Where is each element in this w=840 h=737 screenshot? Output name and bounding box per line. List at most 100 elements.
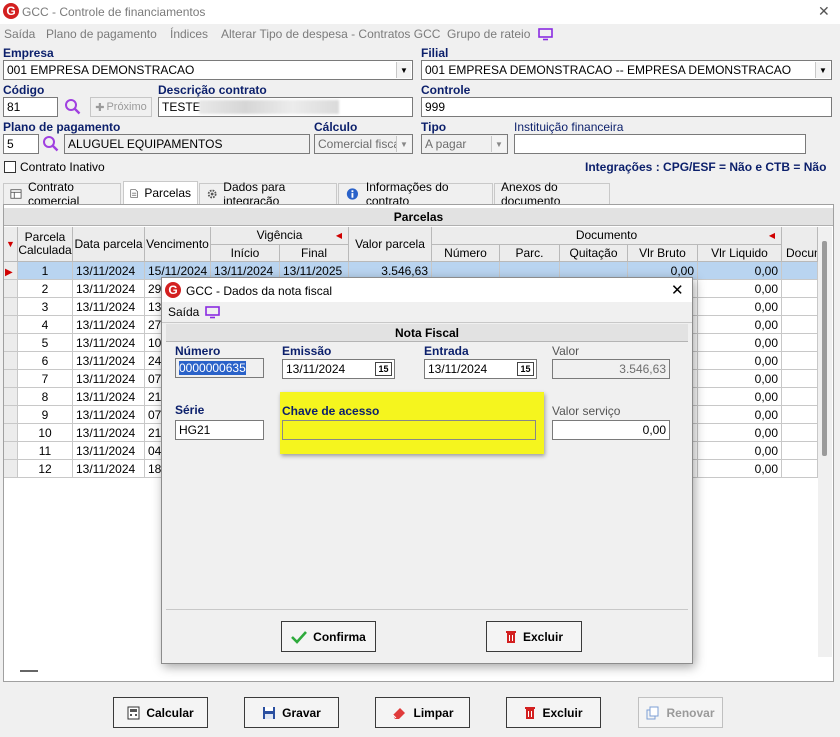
instituicao-field[interactable] [514, 134, 806, 154]
col-valor-parcela[interactable]: Valor parcela [349, 227, 432, 262]
empresa-select[interactable]: 001 EMPRESA DEMONSTRACAO ▼ [3, 60, 413, 80]
chave-acesso-field[interactable] [282, 420, 536, 440]
nota-fiscal-section-title: Nota Fiscal [166, 324, 688, 342]
monitor-icon[interactable] [538, 27, 553, 41]
sort-indicator-icon[interactable]: ▼ [4, 227, 18, 262]
monitor-icon[interactable] [205, 305, 220, 319]
table-cell-liquido: 0,00 [698, 442, 782, 460]
descricao-field[interactable]: TESTE [158, 97, 413, 117]
proximo-label: Próximo [106, 101, 147, 113]
dialog-divider [162, 322, 692, 323]
numero-field[interactable]: 0000000635 [175, 358, 264, 378]
table-cell-parcela: 11 [18, 442, 73, 460]
table-cell-data: 13/11/2024 [73, 370, 145, 388]
proximo-button[interactable]: ✚ Próximo [90, 97, 152, 117]
valor-servico-field[interactable]: 0,00 [552, 420, 670, 440]
close-icon[interactable]: ✕ [671, 281, 684, 299]
menu-saida[interactable]: Saída [4, 27, 35, 41]
serie-field[interactable]: HG21 [175, 420, 264, 440]
entrada-field[interactable]: 13/11/2024 15 [424, 359, 537, 379]
table-cell-docum [782, 352, 818, 370]
col-vlr-bruto[interactable]: Vlr Bruto [628, 245, 698, 262]
valor-servico-label: Valor serviço [552, 404, 621, 418]
tab-anexos-documento[interactable]: Anexos do documento [494, 180, 610, 208]
chevron-down-icon[interactable]: ▼ [491, 136, 506, 152]
row-indicator[interactable] [4, 334, 18, 352]
row-indicator[interactable] [4, 370, 18, 388]
controle-field[interactable]: 999 [421, 97, 832, 117]
chevron-down-icon[interactable]: ▼ [396, 136, 411, 152]
row-indicator[interactable] [4, 316, 18, 334]
col-numero[interactable]: Número [432, 245, 500, 262]
search-icon[interactable] [64, 98, 81, 115]
menu-alterar-tipo-despesa[interactable]: Alterar Tipo de despesa - Contratos GCC [221, 27, 440, 41]
tab-informacoes-contrato[interactable]: Informações do contrato [338, 180, 493, 208]
renovar-button[interactable]: Renovar [638, 697, 723, 728]
chevron-down-icon[interactable]: ▼ [815, 62, 830, 78]
col-vlr-liquido[interactable]: Vlr Liquido [698, 245, 782, 262]
menu-plano-pagamento[interactable]: Plano de pagamento [46, 27, 157, 41]
chevron-down-icon[interactable]: ▼ [396, 62, 411, 78]
confirma-button[interactable]: Confirma [281, 621, 376, 652]
row-pointer-icon[interactable]: ▶ [4, 262, 18, 280]
row-indicator[interactable] [4, 442, 18, 460]
col-quitacao[interactable]: Quitação [560, 245, 628, 262]
calendar-icon[interactable]: 15 [375, 362, 392, 376]
scrollbar-thumb[interactable] [822, 241, 827, 456]
col-docum[interactable]: Docum [782, 227, 818, 262]
calculo-label: Cálculo [314, 120, 358, 134]
menu-grupo-rateio[interactable]: Grupo de rateio [447, 27, 530, 41]
filial-select[interactable]: 001 EMPRESA DEMONSTRACAO -- EMPRESA DEMO… [421, 60, 832, 80]
tab-contrato-comercial[interactable]: Contrato comercial [3, 180, 121, 208]
row-indicator[interactable] [4, 352, 18, 370]
col-data-parcela[interactable]: Data parcela [73, 227, 145, 262]
dialog-excluir-button[interactable]: Excluir [486, 621, 582, 652]
plano-code-field[interactable]: 5 [3, 134, 39, 154]
calculator-icon [127, 706, 140, 719]
search-icon[interactable] [42, 135, 59, 152]
confirma-label: Confirma [313, 629, 366, 644]
contrato-inativo-checkbox[interactable] [4, 161, 16, 173]
collapse-arrow-icon[interactable]: ◀ [769, 229, 775, 242]
dialog-menu-saida[interactable]: Saída [168, 305, 199, 319]
table-cell-parcela: 1 [18, 262, 73, 280]
row-indicator[interactable] [4, 424, 18, 442]
limpar-button[interactable]: Limpar [375, 697, 470, 728]
menu-indices[interactable]: Índices [170, 27, 208, 41]
table-cell-data: 13/11/2024 [73, 298, 145, 316]
calculo-select[interactable]: Comercial fiscal ▼ [314, 134, 413, 154]
emissao-field[interactable]: 13/11/2024 15 [282, 359, 395, 379]
table-cell-parcela: 4 [18, 316, 73, 334]
col-vigencia[interactable]: Vigência ◀ [211, 227, 349, 245]
table-cell-liquido: 0,00 [698, 334, 782, 352]
col-inicio[interactable]: Início [211, 245, 280, 262]
row-indicator[interactable] [4, 280, 18, 298]
col-documento[interactable]: Documento ◀ [432, 227, 782, 245]
tab-dados-integracao[interactable]: Dados para integração [199, 180, 337, 208]
grid-scrollbar[interactable] [818, 227, 832, 657]
row-indicator[interactable] [4, 460, 18, 478]
row-indicator[interactable] [4, 388, 18, 406]
table-cell-liquido: 0,00 [698, 262, 782, 280]
check-icon [291, 630, 308, 644]
col-parcela[interactable]: Parcela Calculada [18, 227, 73, 262]
renovar-label: Renovar [666, 705, 715, 720]
collapse-arrow-icon[interactable]: ◀ [336, 229, 342, 242]
gravar-button[interactable]: Gravar [244, 697, 339, 728]
col-parc[interactable]: Parc. [500, 245, 560, 262]
excluir-button[interactable]: Excluir [506, 697, 601, 728]
table-cell-docum [782, 298, 818, 316]
row-indicator[interactable] [4, 298, 18, 316]
window-close-icon[interactable]: ✕ [818, 3, 830, 20]
title-bar: G GCC - Controle de financiamentos ✕ [0, 0, 840, 24]
tipo-select[interactable]: A pagar ▼ [421, 134, 508, 154]
filial-label: Filial [421, 46, 449, 60]
col-final[interactable]: Final [280, 245, 349, 262]
calcular-button[interactable]: Calcular [113, 697, 208, 728]
calendar-icon[interactable]: 15 [517, 362, 534, 376]
table-cell-docum [782, 442, 818, 460]
col-vencimento[interactable]: Vencimento [145, 227, 211, 262]
row-indicator[interactable] [4, 406, 18, 424]
codigo-field[interactable]: 81 [3, 97, 58, 117]
tab-parcelas[interactable]: Parcelas [123, 181, 198, 204]
